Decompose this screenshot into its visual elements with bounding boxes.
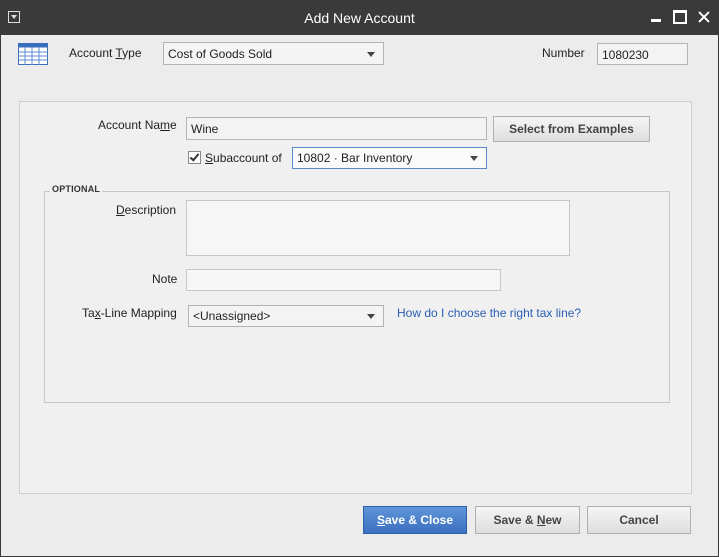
chevron-down-icon xyxy=(367,52,375,57)
note-label: Note xyxy=(152,272,178,286)
select-from-examples-button[interactable]: Select from Examples xyxy=(493,116,650,142)
number-label: Number xyxy=(542,46,585,60)
add-new-account-window: Add New Account Account Type Cost of Goo… xyxy=(0,0,719,557)
chevron-down-icon xyxy=(470,156,478,161)
account-ledger-icon xyxy=(18,43,48,65)
number-field[interactable]: 1080230 xyxy=(597,43,688,65)
account-name-field[interactable]: Wine xyxy=(186,117,487,140)
account-type-dropdown[interactable]: Cost of Goods Sold xyxy=(163,42,384,65)
close-icon[interactable] xyxy=(697,10,711,24)
tax-line-help-link[interactable]: How do I choose the right tax line? xyxy=(397,306,581,320)
tax-line-dropdown[interactable]: <Unassigned> xyxy=(188,305,384,327)
chevron-down-icon xyxy=(367,314,375,319)
window-title: Add New Account xyxy=(304,10,415,26)
cancel-button[interactable]: Cancel xyxy=(587,506,691,534)
tax-line-mapping-label: Tax-Line Mapping xyxy=(82,306,177,320)
description-label: Description xyxy=(116,203,177,217)
title-bar: Add New Account xyxy=(1,1,718,35)
save-new-button[interactable]: Save & New xyxy=(475,506,580,534)
tax-line-value: <Unassigned> xyxy=(193,309,271,323)
subaccount-value: 10802 · Bar Inventory xyxy=(297,151,413,165)
minimize-icon[interactable] xyxy=(649,10,663,24)
note-field[interactable] xyxy=(186,269,501,291)
maximize-icon[interactable] xyxy=(673,10,687,24)
account-type-label: Account Type xyxy=(69,46,142,60)
save-close-button[interactable]: Save & Close xyxy=(363,506,467,534)
account-type-value: Cost of Goods Sold xyxy=(168,47,273,61)
subaccount-checkbox[interactable] xyxy=(188,151,201,164)
subaccount-dropdown[interactable]: 10802 · Bar Inventory xyxy=(292,147,487,169)
description-textarea[interactable] xyxy=(186,200,570,256)
optional-section-title: OPTIONAL xyxy=(50,184,103,194)
subaccount-label: Subaccount of xyxy=(205,151,282,165)
account-name-label: Account Name xyxy=(98,118,177,132)
